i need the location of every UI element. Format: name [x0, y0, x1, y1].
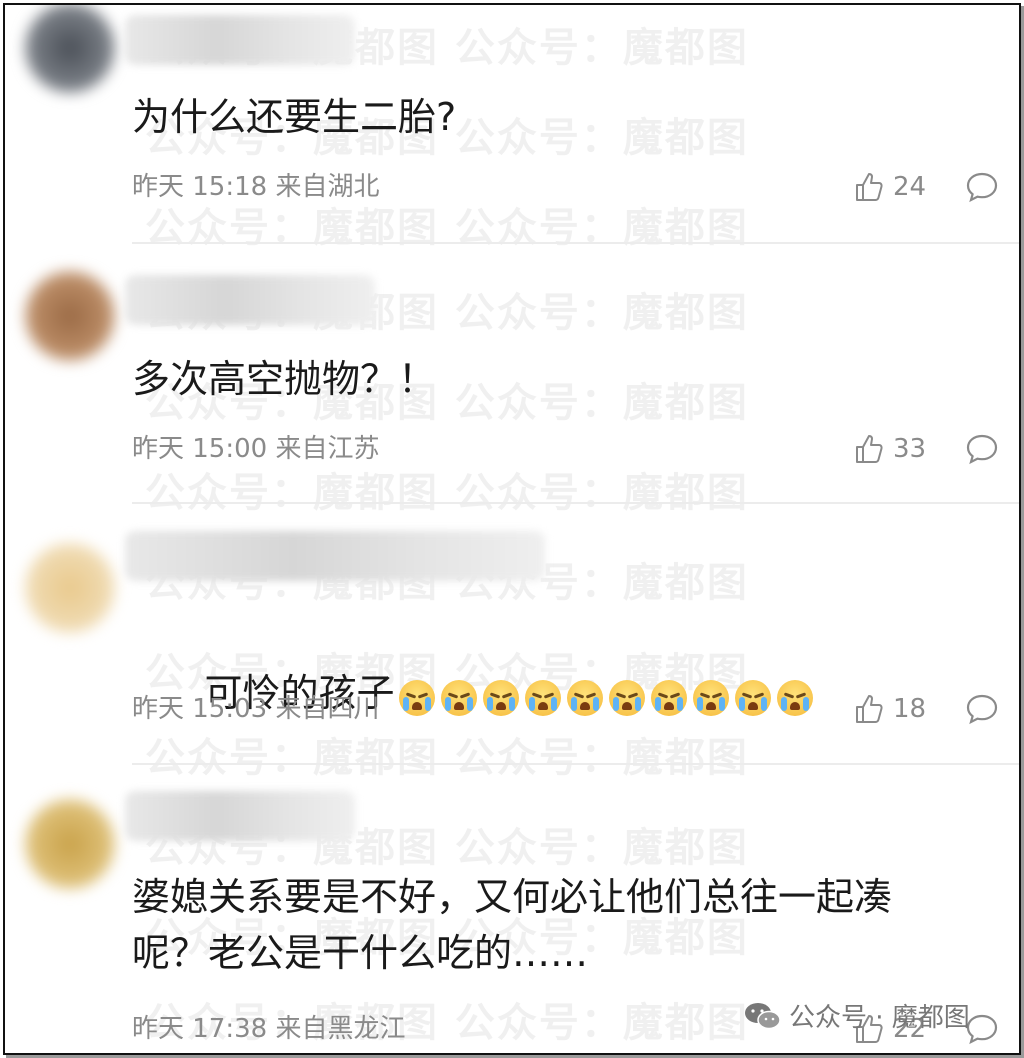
comment-item: 为什么还要生二胎? 昨天 15:18 来自湖北 24 — [5, 5, 1019, 243]
reply-bubble-icon[interactable] — [965, 433, 999, 465]
loudly-crying-face-icon — [524, 680, 561, 716]
loudly-crying-face-icon — [398, 680, 435, 716]
comment-list-frame: 公众号：魔都图 公众号：魔都图 公众号：魔都图 公众号：魔都图 公众号：魔都图 公众… — [3, 3, 1021, 1055]
like-button[interactable]: 24 — [853, 169, 926, 205]
loudly-crying-face-icon — [692, 680, 729, 716]
thumbs-up-icon — [856, 695, 883, 723]
reply-bubble-icon[interactable] — [965, 171, 999, 203]
watermark-badge-text: 公众号 · 魔都图 — [789, 1003, 970, 1033]
emoji-row — [398, 668, 819, 724]
like-count: 18 — [893, 694, 927, 724]
reply-bubble-icon[interactable] — [965, 693, 999, 725]
avatar[interactable] — [25, 543, 115, 633]
comment-meta: 昨天 15:00 来自江苏 — [132, 434, 380, 464]
like-button[interactable]: 18 — [853, 691, 926, 727]
thumbs-up-icon — [856, 173, 883, 201]
reply-bubble-icon[interactable] — [965, 1013, 999, 1045]
comment-text: 为什么还要生二胎? — [132, 95, 457, 139]
like-count: 24 — [893, 172, 927, 202]
watermark-badge: 公众号 · 魔都图 — [743, 997, 970, 1034]
avatar[interactable] — [25, 271, 115, 361]
loudly-crying-face-icon — [440, 680, 477, 716]
like-button[interactable]: 33 — [853, 431, 926, 467]
avatar[interactable] — [25, 799, 115, 889]
loudly-crying-face-icon — [566, 680, 603, 716]
loudly-crying-face-icon — [608, 680, 645, 716]
username-blurred[interactable] — [125, 791, 355, 841]
like-count: 33 — [893, 434, 927, 464]
avatar[interactable] — [25, 5, 115, 93]
comment-meta: 昨天 17:38 来自黑龙江 — [132, 1014, 406, 1044]
comment-text: 多次高空抛物？！ — [132, 357, 437, 401]
loudly-crying-face-icon — [482, 680, 519, 716]
loudly-crying-face-icon — [650, 680, 687, 716]
comment-text: 婆媳关系要是不好，又何必让他们总往一起凑 呢？老公是干什么吃的…… — [132, 875, 893, 975]
comment-meta: 昨天 15:03 来自四川 — [132, 694, 380, 724]
username-blurred[interactable] — [125, 15, 355, 65]
loudly-crying-face-icon — [776, 680, 813, 716]
comment-item: 可怜的孩子 昨天 15:03 来自四川 18 — [5, 503, 1019, 765]
comment-meta: 昨天 15:18 来自湖北 — [132, 172, 380, 202]
username-blurred[interactable] — [125, 531, 545, 581]
loudly-crying-face-icon — [734, 680, 771, 716]
wechat-logo-icon — [745, 1002, 781, 1029]
thumbs-up-icon — [856, 435, 883, 463]
comment-item: 多次高空抛物？！ 昨天 15:00 来自江苏 33 — [5, 243, 1019, 503]
username-blurred[interactable] — [125, 275, 375, 325]
